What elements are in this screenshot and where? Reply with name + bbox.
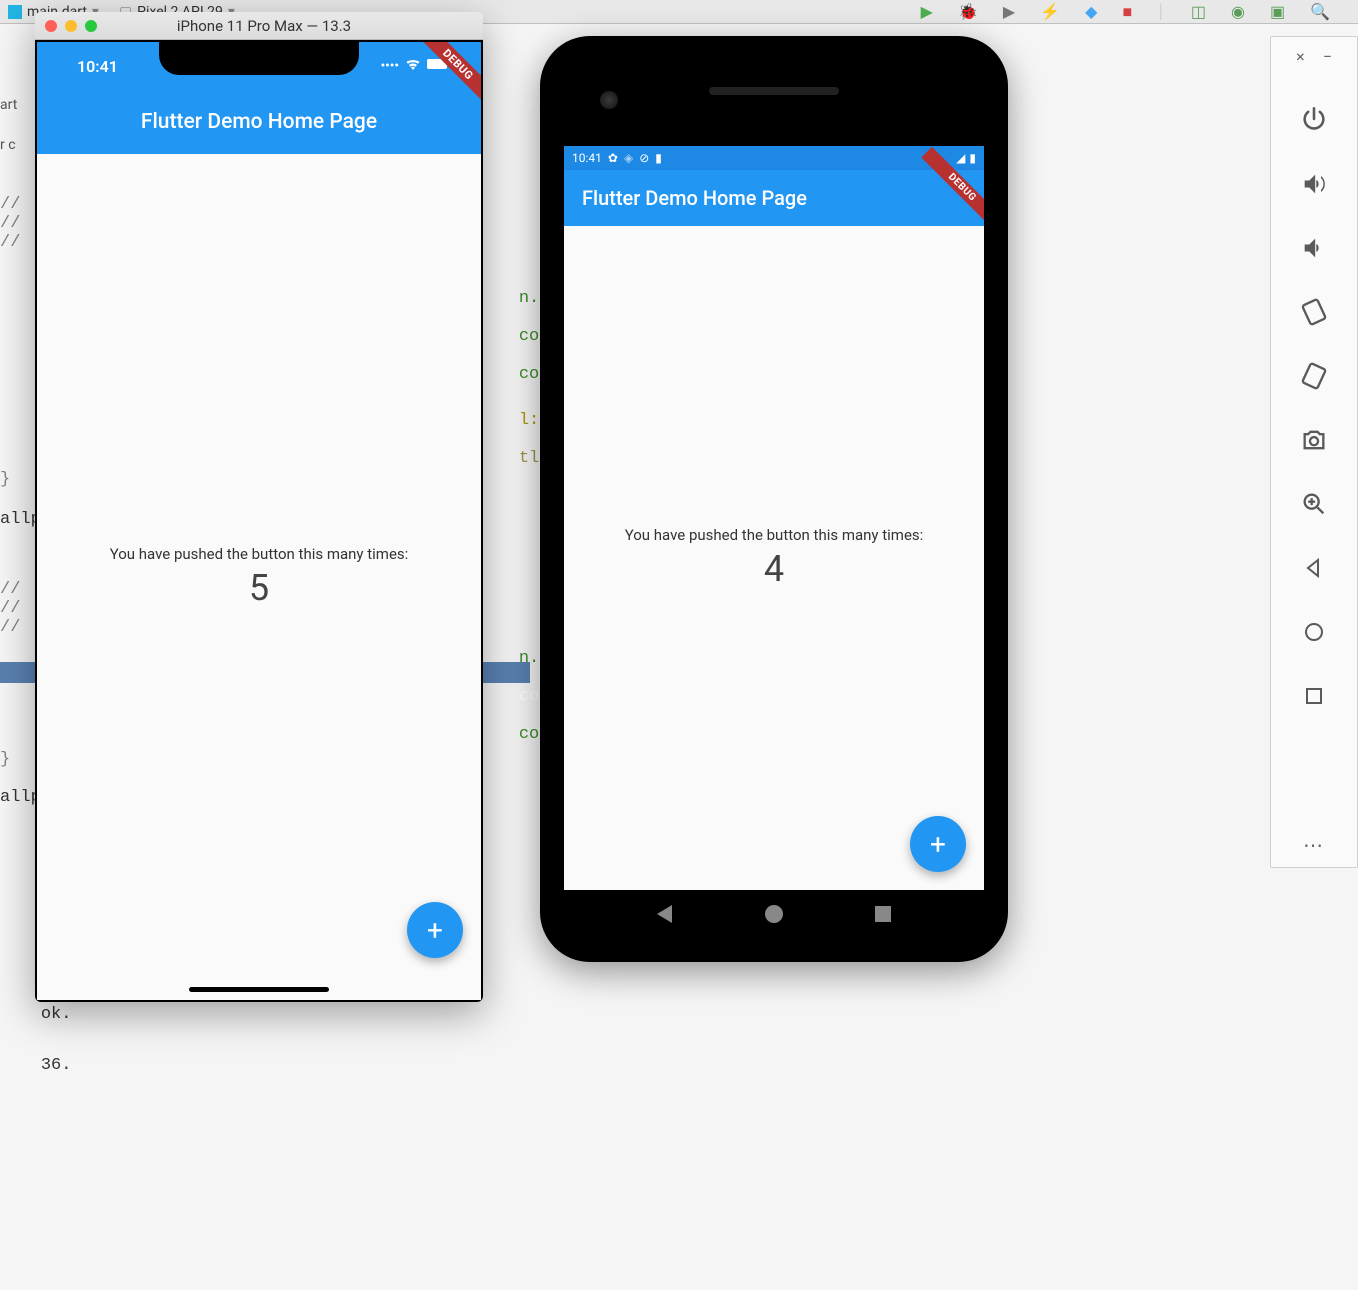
edge-text: art	[0, 85, 17, 125]
run-icon[interactable]: ▶	[921, 2, 933, 21]
code-comment: // // //	[0, 195, 20, 252]
flutter-hot-reload-icon[interactable]: ⚡	[1040, 2, 1060, 21]
iphone-screen: 10:41 •••• Flutter Demo Home Page DEBUG …	[37, 42, 481, 1000]
gear-status-icon: ✿	[608, 151, 618, 165]
iphone-notch	[159, 42, 359, 75]
app-body: You have pushed the button this many tim…	[564, 226, 984, 890]
plus-icon: +	[427, 914, 443, 947]
emulator-back-button[interactable]	[1290, 538, 1338, 598]
ios-simulator-window: iPhone 11 Pro Max — 13.3 10:41 •••• Flut…	[35, 12, 483, 1002]
dart-file-icon	[8, 5, 22, 19]
emulator-more-button[interactable]: ⋯	[1303, 833, 1325, 857]
device-bezel-top	[540, 36, 1008, 146]
tool1-icon[interactable]: ◫	[1191, 2, 1206, 21]
left-edge-fragments: art r c	[0, 85, 17, 165]
android-emulator-frame: 10:41 ✿ ◈ ⊘ ▮ ◢ ▮ Flutter Demo Home Page…	[540, 36, 1008, 962]
maximize-window-button[interactable]	[85, 20, 97, 32]
sd-icon: ▮	[655, 151, 662, 165]
flutter-icon[interactable]: ◆	[1085, 2, 1097, 21]
signal-icon: ◢	[956, 151, 965, 165]
emulator-volume-down-button[interactable]	[1290, 218, 1338, 278]
counter-value: 4	[764, 548, 784, 590]
code-comment: // // //	[0, 580, 20, 637]
nav-home-button[interactable]	[765, 905, 783, 923]
tool3-icon[interactable]: ▣	[1270, 2, 1285, 21]
nav-back-button[interactable]	[657, 905, 672, 923]
nav-recents-button[interactable]	[875, 906, 891, 922]
home-indicator[interactable]	[189, 987, 329, 992]
pushed-label: You have pushed the button this many tim…	[625, 526, 924, 544]
emulator-rotate-right-button[interactable]	[1290, 346, 1338, 406]
emulator-home-button[interactable]	[1290, 602, 1338, 662]
code-text: 36.	[41, 1056, 72, 1075]
code-text: ok.	[41, 1005, 72, 1024]
app-bar-title: Flutter Demo Home Page	[141, 110, 377, 134]
minimize-window-button[interactable]	[65, 20, 77, 32]
android-nav-bar	[564, 890, 984, 938]
fab-increment-button[interactable]: +	[910, 816, 966, 872]
emulator-volume-up-button[interactable]	[1290, 154, 1338, 214]
pushed-label: You have pushed the button this many tim…	[110, 545, 409, 563]
attach-icon[interactable]: ▶	[1003, 2, 1015, 21]
code-brace: }	[0, 470, 10, 489]
status-time: 10:41	[77, 57, 118, 76]
app-bar-title: Flutter Demo Home Page	[582, 186, 807, 210]
simulator-window-title: iPhone 11 Pro Max — 13.3	[105, 17, 473, 35]
search-toolbar-icon[interactable]: 🔍	[1310, 2, 1330, 21]
iphone-device-frame: 10:41 •••• Flutter Demo Home Page DEBUG …	[35, 40, 483, 1002]
emulator-screenshot-button[interactable]	[1290, 410, 1338, 470]
cellular-icon: ••••	[381, 59, 399, 74]
code-brace: }	[0, 750, 10, 769]
speaker-icon	[709, 87, 839, 95]
camera-icon	[600, 91, 618, 109]
emulator-zoom-button[interactable]	[1290, 474, 1338, 534]
stop-icon[interactable]: ■	[1122, 2, 1132, 22]
app-bar: Flutter Demo Home Page	[37, 90, 481, 154]
status-right-icons: ••••	[381, 58, 451, 74]
traffic-lights	[45, 20, 97, 32]
emulator-rotate-left-button[interactable]	[1290, 282, 1338, 342]
status-time: 10:41	[572, 151, 602, 165]
close-window-button[interactable]	[45, 20, 57, 32]
toolbar-right-icons: ▶ 🐞 ▶ ⚡ ◆ ■ │ ◫ ◉ ▣ 🔍	[921, 2, 1350, 22]
edge-text: r c	[0, 125, 17, 165]
app-bar: Flutter Demo Home Page DEBUG	[564, 170, 984, 226]
plus-icon: +	[930, 828, 946, 861]
debug-icon[interactable]: 🐞	[958, 2, 978, 21]
battery-icon: ▮	[969, 151, 976, 165]
emulator-close-button[interactable]: ×	[1296, 47, 1305, 66]
tool2-icon[interactable]: ◉	[1231, 2, 1245, 21]
no-sim-icon: ⊘	[639, 151, 649, 165]
emulator-minimize-button[interactable]: −	[1323, 47, 1332, 66]
app-body: You have pushed the button this many tim…	[37, 154, 481, 1000]
android-screen: 10:41 ✿ ◈ ⊘ ▮ ◢ ▮ Flutter Demo Home Page…	[564, 146, 984, 938]
wifi-grey-icon: ◈	[624, 151, 633, 165]
emulator-power-button[interactable]	[1290, 90, 1338, 150]
mac-titlebar[interactable]: iPhone 11 Pro Max — 13.3	[35, 12, 483, 40]
emulator-overview-button[interactable]	[1290, 666, 1338, 726]
emulator-controls-sidebar: × − ⋯	[1270, 36, 1358, 868]
wifi-icon	[405, 58, 421, 74]
counter-value: 5	[249, 567, 269, 609]
fab-increment-button[interactable]: +	[407, 902, 463, 958]
